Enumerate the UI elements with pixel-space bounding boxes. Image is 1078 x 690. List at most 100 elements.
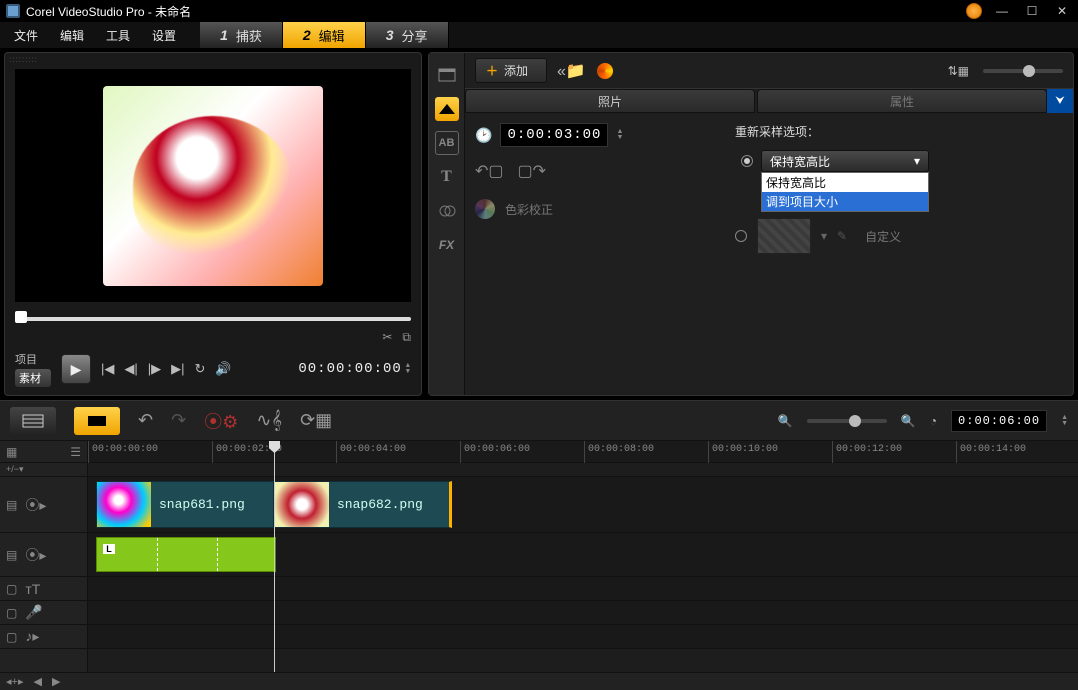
- preview-scrubber[interactable]: [15, 310, 411, 324]
- panzoom-custom-label[interactable]: 自定义: [865, 228, 901, 245]
- expand-options-icon[interactable]: ⮟: [1047, 89, 1073, 113]
- prev-frame-icon[interactable]: ◀|: [124, 361, 137, 377]
- combo-option-fit[interactable]: 调到项目大小: [762, 192, 928, 211]
- close-button[interactable]: ✕: [1052, 3, 1072, 19]
- timeline-ruler[interactable]: 00:00:00:00 00:00:02:00 00:00:04:00 00:0…: [88, 441, 1078, 463]
- cut-icon[interactable]: ✂: [382, 330, 392, 345]
- tab-attributes[interactable]: 属性: [757, 89, 1047, 113]
- resample-radio[interactable]: [741, 155, 753, 167]
- track-visibility-icon[interactable]: ▢: [6, 630, 17, 644]
- corel-services-icon[interactable]: [966, 3, 982, 19]
- track-visibility-icon[interactable]: ▢: [6, 582, 17, 596]
- track-visibility-icon[interactable]: ▢: [6, 606, 17, 620]
- add-button[interactable]: ＋ 添加: [475, 58, 547, 83]
- trackhead-music[interactable]: ▢ ♪▸: [0, 625, 87, 649]
- timeline-view-button[interactable]: [74, 407, 120, 435]
- zoom-in-icon[interactable]: 🔍: [901, 414, 916, 428]
- scroll-left-icon[interactable]: ◀: [33, 675, 41, 688]
- video-track[interactable]: snap681.png snap682.png: [88, 477, 1078, 533]
- playhead[interactable]: [274, 441, 275, 672]
- proj-dur-spinner[interactable]: ▲▼: [1061, 415, 1068, 427]
- app-icon: [6, 4, 20, 18]
- trackhead-overlay[interactable]: ▤ ⦿▸: [0, 533, 87, 577]
- combo-option-keep[interactable]: 保持宽高比: [762, 173, 928, 192]
- cat-filter-icon[interactable]: [435, 199, 459, 223]
- duration-input[interactable]: 0:00:03:00: [500, 123, 608, 147]
- overlay-clip[interactable]: [96, 537, 276, 572]
- music-track[interactable]: [88, 625, 1078, 649]
- play-button[interactable]: ▶: [61, 354, 91, 384]
- menu-file[interactable]: 文件: [4, 23, 48, 48]
- cat-graphic-icon[interactable]: T: [435, 165, 459, 189]
- cat-media-icon[interactable]: [435, 63, 459, 87]
- track-visibility-icon[interactable]: ▤: [6, 498, 17, 512]
- duration-spinner[interactable]: ▲▼: [616, 129, 623, 141]
- clip-snap681[interactable]: snap681.png: [96, 481, 274, 528]
- mode-project[interactable]: 项目: [15, 351, 51, 367]
- step-capture[interactable]: 1 捕获: [200, 22, 283, 48]
- undo-icon[interactable]: ↶: [138, 410, 153, 431]
- color-correction-label[interactable]: 色彩校正: [505, 201, 553, 218]
- tab-photo[interactable]: 照片: [465, 89, 755, 113]
- minimize-button[interactable]: —: [992, 3, 1012, 19]
- track-add-icon[interactable]: +/−▾: [6, 464, 24, 475]
- go-start-icon[interactable]: |◀: [101, 361, 114, 377]
- menu-edit[interactable]: 编辑: [50, 23, 94, 48]
- overlay-track[interactable]: [88, 533, 1078, 577]
- resample-combo-list[interactable]: 保持宽高比 调到项目大小: [761, 172, 929, 212]
- panzoom-radio[interactable]: [735, 230, 747, 242]
- cat-title-icon[interactable]: AB: [435, 131, 459, 155]
- scroll-right-icon[interactable]: ▶: [52, 675, 60, 688]
- title-track[interactable]: [88, 577, 1078, 601]
- volume-icon[interactable]: 🔊: [215, 361, 231, 377]
- rotate-left-icon[interactable]: ↶▢: [475, 161, 504, 181]
- panel-grip[interactable]: :::::::::: [5, 53, 421, 65]
- voice-track-icon: 🎤: [25, 604, 42, 621]
- resample-combo[interactable]: 保持宽高比 ▾ 保持宽高比 调到项目大小: [761, 150, 929, 172]
- mode-clip[interactable]: 素材: [15, 369, 51, 387]
- panzoom-custom-icon[interactable]: ✎: [837, 229, 847, 243]
- multitrim-icon[interactable]: ⧉: [402, 330, 411, 345]
- next-frame-icon[interactable]: |▶: [148, 361, 161, 377]
- repeat-icon[interactable]: ↻: [195, 361, 206, 377]
- storyboard-view-button[interactable]: [10, 407, 56, 435]
- color-wheel-icon[interactable]: [475, 199, 495, 219]
- trackhead-title[interactable]: ▢ ᴛT: [0, 577, 87, 601]
- audio-mixer-icon[interactable]: ∿𝄞: [256, 410, 282, 431]
- project-duration[interactable]: 0:00:06:00: [951, 410, 1047, 432]
- panzoom-preset-thumb[interactable]: [757, 218, 811, 254]
- panzoom-chevron-icon[interactable]: ▾: [821, 229, 827, 243]
- autoscroll-icon[interactable]: ◂+▸: [6, 675, 23, 688]
- zoom-slider[interactable]: [807, 419, 887, 423]
- record-icon[interactable]: ⦿⚙: [204, 408, 238, 434]
- window-title: Corel VideoStudio Pro - 未命名: [26, 3, 191, 20]
- step-edit[interactable]: 2 编辑: [283, 22, 366, 48]
- timecode-spinner[interactable]: ▲▼: [406, 363, 411, 375]
- menu-tools[interactable]: 工具: [96, 23, 140, 48]
- track-btn-a[interactable]: ▦: [6, 445, 17, 459]
- rotate-right-icon[interactable]: ▢↷: [518, 161, 547, 181]
- clip-snap682[interactable]: snap682.png: [274, 481, 452, 528]
- thumb-size-slider[interactable]: [983, 69, 1063, 73]
- batch-convert-icon[interactable]: ⟳▦: [300, 410, 332, 431]
- disc-icon[interactable]: [596, 62, 614, 80]
- cat-transition-icon[interactable]: [435, 97, 459, 121]
- track-btn-b[interactable]: ☰: [70, 445, 81, 459]
- preview-timecode[interactable]: 00:00:00:00: [298, 361, 401, 377]
- cat-fx-icon[interactable]: FX: [435, 233, 459, 257]
- menu-settings[interactable]: 设置: [142, 23, 186, 48]
- preview-display[interactable]: [15, 69, 411, 302]
- zoom-out-icon[interactable]: 🔍: [778, 414, 793, 428]
- folder-nav[interactable]: «📁: [557, 61, 586, 81]
- fit-timeline-icon[interactable]: ◔: [930, 414, 937, 428]
- maximize-button[interactable]: ☐: [1022, 3, 1042, 19]
- trackhead-voice[interactable]: ▢ 🎤: [0, 601, 87, 625]
- go-end-icon[interactable]: ▶|: [171, 361, 184, 377]
- redo-icon[interactable]: ↷: [171, 410, 186, 431]
- trackhead-video[interactable]: ▤ ⦿▸: [0, 477, 87, 533]
- voice-track[interactable]: [88, 601, 1078, 625]
- sort-icon[interactable]: ⇅▦: [948, 64, 969, 78]
- scrub-handle[interactable]: [15, 311, 27, 323]
- track-visibility-icon[interactable]: ▤: [6, 548, 17, 562]
- step-share[interactable]: 3 分享: [366, 22, 449, 48]
